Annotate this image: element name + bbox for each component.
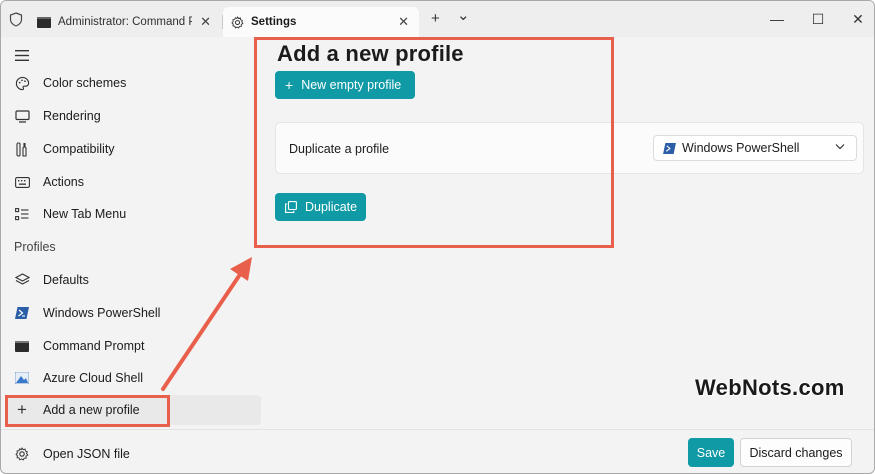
close-tab-icon[interactable]: ✕ bbox=[200, 14, 211, 30]
sidebar-item-label: Command Prompt bbox=[43, 339, 145, 353]
powershell-icon bbox=[663, 142, 676, 154]
hamburger-menu-icon[interactable] bbox=[15, 50, 29, 61]
sidebar-item-azure-cloud-shell[interactable]: Azure Cloud Shell bbox=[5, 363, 261, 393]
gear-icon bbox=[231, 15, 244, 29]
sidebar-item-label: Open JSON file bbox=[43, 447, 130, 461]
sidebar-item-compatibility[interactable]: Compatibility bbox=[5, 134, 261, 164]
sidebar-item-actions[interactable]: Actions bbox=[5, 167, 261, 197]
monitor-icon bbox=[14, 108, 30, 124]
keyboard-icon bbox=[14, 174, 30, 190]
azure-icon bbox=[14, 370, 30, 386]
maximize-button[interactable]: ☐ bbox=[808, 9, 828, 29]
tab-label: Administrator: Command Pr bbox=[58, 16, 192, 28]
cmd-icon bbox=[14, 338, 30, 354]
shield-icon bbox=[9, 12, 23, 27]
layers-icon bbox=[14, 272, 30, 288]
gear-icon bbox=[14, 446, 30, 462]
profiles-header: Profiles bbox=[14, 240, 56, 254]
minimize-button[interactable]: — bbox=[767, 9, 787, 29]
sidebar-item-label: Windows PowerShell bbox=[43, 306, 161, 320]
sidebar-item-rendering[interactable]: Rendering bbox=[5, 101, 261, 131]
sidebar-item-windows-powershell[interactable]: Windows PowerShell bbox=[5, 298, 261, 328]
save-button[interactable]: Save bbox=[688, 438, 734, 467]
selected-profile: Windows PowerShell bbox=[682, 141, 800, 155]
terminal-settings-window: Administrator: Command Pr ✕ Settings ✕ +… bbox=[0, 0, 875, 474]
powershell-icon bbox=[14, 305, 30, 321]
close-tab-icon[interactable]: ✕ bbox=[398, 14, 409, 30]
tab-command-prompt[interactable]: Administrator: Command Pr ✕ bbox=[29, 7, 221, 37]
annotation-highlight-box bbox=[5, 395, 170, 427]
sidebar-item-label: Compatibility bbox=[43, 142, 115, 156]
list-icon bbox=[14, 206, 30, 222]
sidebar-item-color-schemes[interactable]: Color schemes bbox=[5, 68, 261, 98]
divider bbox=[1, 429, 263, 430]
sidebar-item-label: New Tab Menu bbox=[43, 207, 127, 221]
sidebar-item-defaults[interactable]: Defaults bbox=[5, 265, 261, 295]
new-tab-button[interactable]: + bbox=[431, 10, 440, 28]
open-json-file-button[interactable]: Open JSON file bbox=[5, 439, 261, 469]
watermark-logo: WebNots.com bbox=[695, 375, 845, 400]
sidebar-item-label: Color schemes bbox=[43, 76, 127, 90]
sidebar-item-label: Actions bbox=[43, 175, 84, 189]
footer-divider bbox=[263, 429, 874, 430]
tab-settings[interactable]: Settings ✕ bbox=[223, 7, 419, 37]
discard-changes-button[interactable]: Discard changes bbox=[740, 438, 852, 467]
close-window-button[interactable]: ✕ bbox=[848, 9, 868, 29]
chevron-down-icon bbox=[835, 141, 845, 153]
sidebar-item-label: Rendering bbox=[43, 109, 101, 123]
chevron-down-icon[interactable]: ⌄ bbox=[457, 7, 470, 25]
sidebar-item-label: Azure Cloud Shell bbox=[43, 371, 144, 385]
tab-label: Settings bbox=[251, 16, 297, 28]
sidebar-item-label: Defaults bbox=[43, 273, 89, 287]
cmd-icon bbox=[37, 16, 51, 28]
annotation-highlight-box bbox=[254, 37, 614, 248]
sidebar-item-new-tab-menu[interactable]: New Tab Menu bbox=[5, 199, 261, 229]
sidebar-item-command-prompt[interactable]: Command Prompt bbox=[5, 331, 261, 361]
palette-icon bbox=[14, 75, 30, 91]
tools-icon bbox=[14, 141, 30, 157]
profile-select[interactable]: Windows PowerShell bbox=[653, 135, 857, 161]
title-bar: Administrator: Command Pr ✕ Settings ✕ +… bbox=[1, 1, 874, 37]
